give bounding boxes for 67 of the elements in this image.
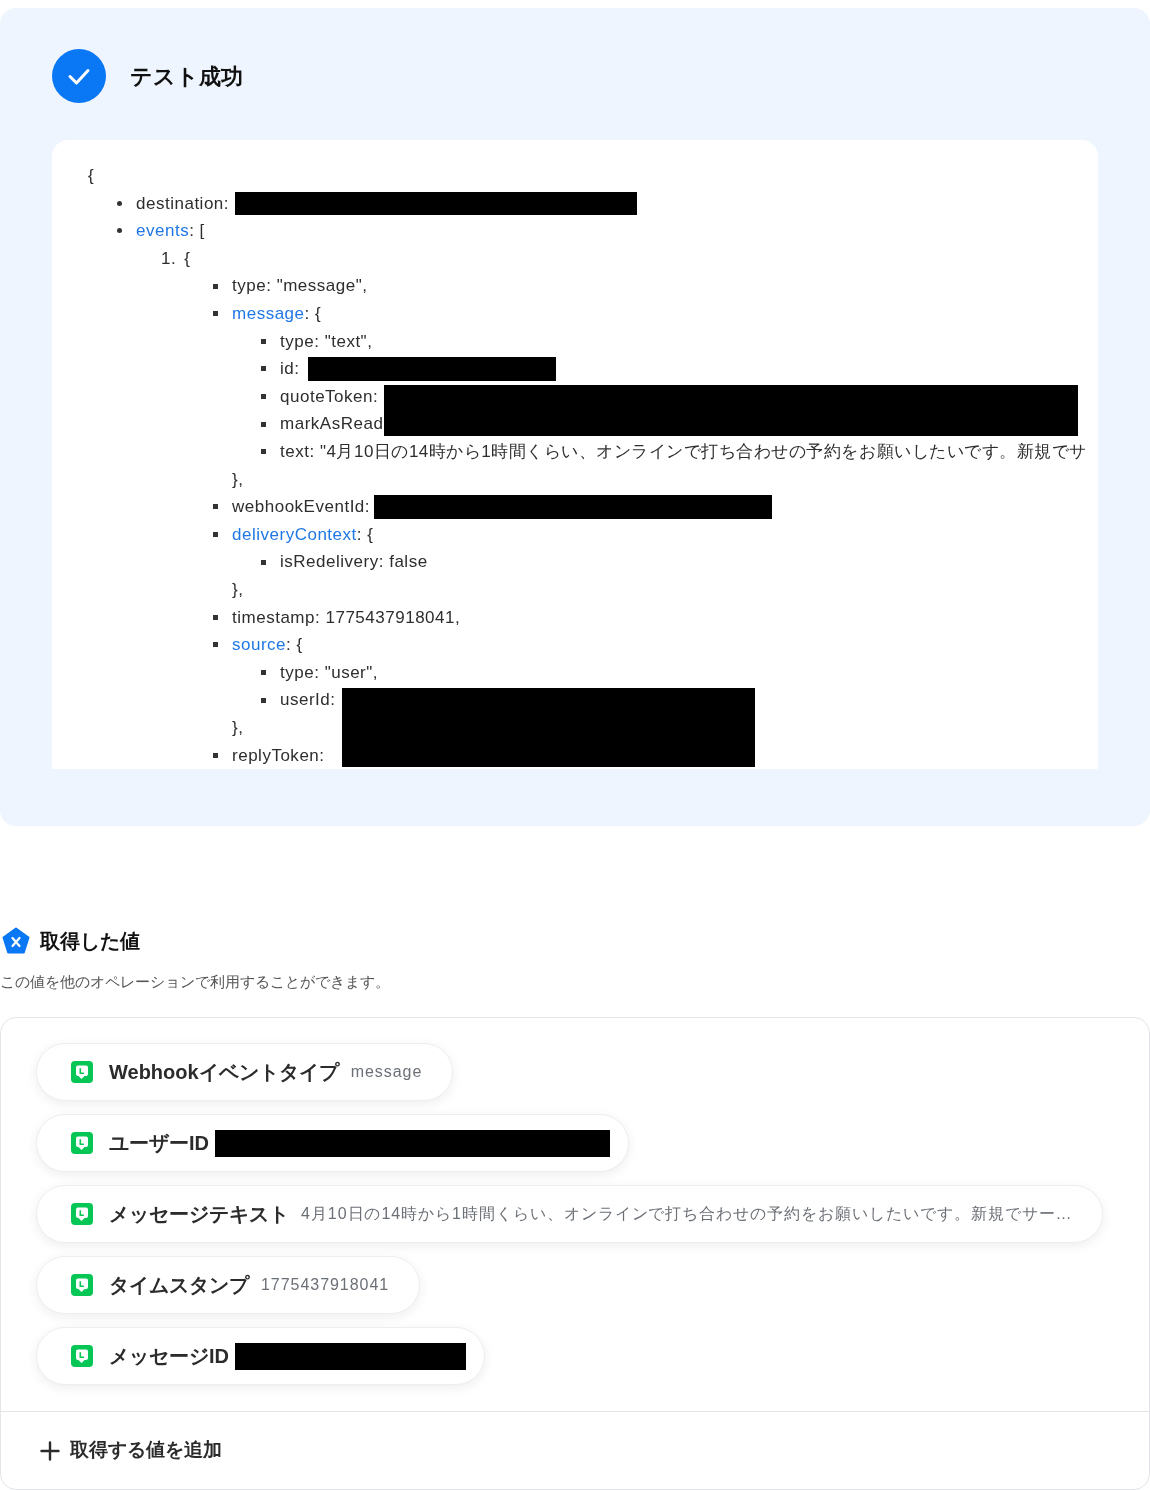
tree-line-text: type: "message", [232,275,368,298]
tree-line-text: replyToken: [232,744,325,767]
tree-line-text: quoteToken: [280,385,379,408]
value-chip[interactable]: タイムスタンプ 1775437918041 [36,1256,421,1315]
tree-line-text: type: "text", [280,330,373,353]
bracket-text: : { [304,303,322,325]
bullet-icon [261,394,266,400]
bracket-text: : { [356,523,374,546]
add-value-button[interactable]: 取得する値を追加 [40,1436,222,1465]
bullet-icon [213,283,218,289]
bullet-icon [213,642,218,648]
bullet-icon [261,421,266,427]
tree-line-text: markAsRead [280,413,384,436]
bullet-icon [261,559,266,565]
value-chip[interactable]: メッセージテキスト 4月10日の14時から1時間くらい、オンラインで打ち合わせの予約をお願いしたいです。新規でサー… [36,1185,1104,1244]
bullet-icon [261,670,266,675]
tree-line-text: text: "4月10日の14時から1時間くらい、オンラインで打ち合わせの予約をお願いしたいです。新規でサ [280,441,1087,463]
tree-line-text: isRedelivery: false [280,551,428,574]
tree-line-text: destination: [136,192,230,215]
section-description: この値を他のオペレーションで利用することができます。 [0,973,390,991]
value-chip[interactable]: Webhookイベントタイプ message [36,1043,454,1102]
bracket-text: : { [286,634,303,657]
bracket-text: { [184,247,191,270]
tree-key-link[interactable]: source [232,632,287,658]
plus-icon [40,1440,60,1461]
bullet-icon [117,200,122,206]
list-index-text: 1. [161,247,177,270]
tree-line-text: webhookEventId: [232,496,371,519]
bracket-text: { [88,165,95,188]
tree-key-link[interactable]: deliveryContext [232,521,357,548]
tree-line-text: timestamp: 1775437918041, [232,606,461,629]
value-chip[interactable]: メッセージID [36,1327,485,1386]
chip-label: ユーザーID [109,1131,209,1157]
chip-label: タイムスタンプ [109,1273,249,1299]
chip-label: メッセージID [109,1344,229,1370]
bullet-icon [261,338,266,344]
chat-bubble-icon [71,1203,93,1226]
tree-key-link[interactable]: message [232,301,305,327]
chat-bubble-icon [71,1274,93,1297]
tree-line-text: userId: [280,689,336,712]
bullet-icon [213,752,218,758]
bracket-text: }, [232,716,244,739]
bullet-icon [213,532,218,537]
bullet-icon [261,366,266,372]
chip-value: 4月10日の14時から1時間くらい、オンラインで打ち合わせの予約をお願いしたいです。新規でサー… [301,1204,1073,1225]
bullet-icon [261,449,266,455]
tree-key-link[interactable]: events [136,218,190,244]
chip-label: メッセージテキスト [109,1202,289,1228]
section-title: 取得した値 [40,929,140,955]
bullet-icon [213,614,218,620]
chip-value: message [350,1062,423,1083]
chip-label: Webhookイベントタイプ [109,1060,339,1086]
result-title: テスト成功 [130,62,243,91]
bracket-text: }, [232,468,244,491]
bracket-text: }, [232,578,244,601]
chip-value: 1775437918041 [261,1275,390,1296]
bullet-icon [117,228,122,234]
bullet-icon [261,697,266,703]
tree-line-text: id: [280,358,300,381]
chat-bubble-icon [71,1132,93,1155]
value-chip[interactable]: ユーザーID [36,1114,629,1173]
bracket-text: : [ [189,220,205,243]
tree-line-text: type: "user", [280,661,379,684]
bullet-icon [213,311,218,317]
bullet-icon [213,504,218,510]
chat-bubble-icon [71,1345,93,1368]
chat-bubble-icon [71,1061,93,1084]
